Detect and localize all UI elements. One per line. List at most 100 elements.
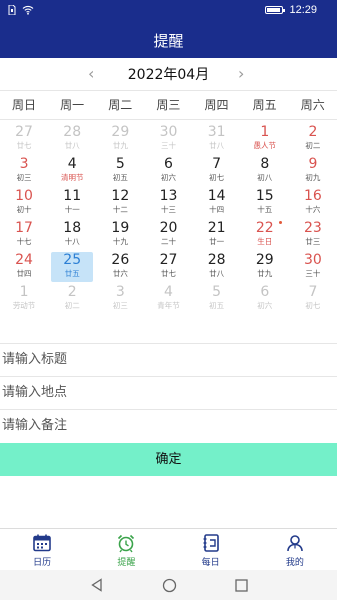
calendar-day-cell[interactable]: 25 廿五 [51, 252, 94, 282]
calendar-day-cell[interactable]: 29 廿九 [99, 124, 141, 154]
calendar-day-cell[interactable]: 28 廿八 [196, 252, 238, 282]
calendar-day-cell[interactable]: 15 十五 [244, 188, 286, 218]
lunar-label: 廿九 [112, 141, 128, 150]
day-number: 2 [67, 284, 77, 300]
daily-notebook-icon [203, 534, 219, 552]
calendar-day-cell[interactable]: 14 十四 [196, 188, 238, 218]
lunar-label: 初三 [16, 173, 32, 182]
lunar-label: 生日 [257, 237, 273, 246]
location-field-row [0, 376, 337, 409]
tab-reminder[interactable]: 提醒 [84, 529, 168, 570]
calendar-day-cell[interactable]: 3 初三 [3, 156, 45, 186]
lunar-label: 青年节 [157, 301, 180, 310]
weekday-header: 周日 周一 周二 周三 周四 周五 周六 [0, 90, 337, 120]
title-input[interactable] [2, 344, 337, 375]
calendar-day-cell[interactable]: 10 初十 [3, 188, 45, 218]
day-number: 28 [207, 252, 226, 268]
lunar-label: 十一 [64, 205, 80, 214]
confirm-button[interactable]: 确定 [0, 443, 337, 476]
calendar-day-cell[interactable]: 9 初九 [292, 156, 334, 186]
home-icon[interactable] [162, 578, 177, 593]
calendar-day-cell[interactable]: 1 愚人节 [244, 124, 286, 154]
calendar-day-cell[interactable]: 19 十九 [99, 220, 141, 250]
calendar-day-cell[interactable]: 5 初五 [196, 284, 238, 314]
calendar-day-cell[interactable]: 31 廿八 [196, 124, 238, 154]
day-number: 2 [308, 124, 318, 140]
status-time: 12:29 [289, 4, 317, 16]
calendar-day-cell[interactable]: 2 初二 [292, 124, 334, 154]
tab-label: 提醒 [117, 558, 136, 568]
calendar-day-cell[interactable]: 24 廿四 [3, 252, 45, 282]
day-number: 29 [111, 124, 130, 140]
tab-daily[interactable]: 每日 [169, 529, 253, 570]
weekday-label: 周二 [108, 98, 133, 112]
next-month-button[interactable]: › [238, 64, 244, 83]
calendar-day-cell[interactable]: 8 初八 [244, 156, 286, 186]
day-number: 19 [111, 220, 130, 236]
calendar-day-cell[interactable]: 6 初六 [148, 156, 190, 186]
recents-icon[interactable] [234, 578, 248, 592]
day-number: 6 [260, 284, 270, 300]
calendar-day-cell[interactable]: 27 廿七 [148, 252, 190, 282]
month-title: 2022年04月 [127, 67, 210, 83]
calendar-day-cell[interactable]: 5 初五 [99, 156, 141, 186]
lunar-label: 廿八 [209, 141, 225, 150]
lunar-label: 廿七 [16, 141, 32, 150]
lunar-label: 廿六 [112, 269, 128, 278]
calendar-day-cell[interactable]: 16 十六 [292, 188, 334, 218]
lunar-label: 十六 [305, 205, 321, 214]
calendar-day-cell[interactable]: 30 三十 [292, 252, 334, 282]
calendar-day-cell[interactable]: 18 十八 [51, 220, 93, 250]
user-icon [287, 535, 303, 552]
weekday-label: 周日 [12, 98, 37, 112]
tab-calendar[interactable]: 日历 [0, 529, 84, 570]
calendar-day-cell[interactable]: 29 廿九 [244, 252, 286, 282]
calendar-day-cell[interactable]: 1 劳动节 [3, 284, 45, 314]
prev-month-button[interactable]: ‹ [88, 64, 94, 83]
calendar-day-cell[interactable]: 23 廿三 [292, 220, 334, 250]
calendar-day-cell[interactable]: 11 十一 [51, 188, 93, 218]
calendar-day-cell[interactable]: 17 十七 [3, 220, 45, 250]
calendar-day-cell[interactable]: 2 初二 [51, 284, 93, 314]
tab-label: 每日 [201, 558, 220, 568]
calendar-day-cell[interactable]: 22 生日 [244, 220, 286, 250]
calendar-day-cell[interactable]: 6 初六 [244, 284, 286, 314]
calendar-day-cell[interactable]: 3 初三 [99, 284, 141, 314]
weekday-label: 周五 [252, 98, 277, 112]
day-number: 12 [111, 188, 130, 204]
lunar-label: 十八 [64, 237, 80, 246]
calendar-day-cell[interactable]: 26 廿六 [99, 252, 141, 282]
calendar-day-cell[interactable]: 28 廿八 [51, 124, 93, 154]
day-number: 30 [159, 124, 178, 140]
location-input[interactable] [2, 377, 337, 408]
day-number: 4 [164, 284, 173, 300]
calendar-day-cell[interactable]: 4 清明节 [51, 156, 93, 186]
calendar-day-cell[interactable]: 4 青年节 [148, 284, 190, 314]
lunar-label: 初二 [305, 141, 321, 150]
day-number: 30 [304, 252, 322, 268]
calendar-day-cell[interactable]: 21 廿一 [196, 220, 238, 250]
day-number: 9 [308, 156, 318, 172]
back-icon[interactable] [90, 578, 104, 592]
day-number: 7 [212, 156, 222, 172]
tab-profile[interactable]: 我的 [253, 529, 337, 570]
day-number: 15 [255, 188, 274, 204]
calendar-day-cell[interactable]: 27 廿七 [3, 124, 45, 154]
alarm-clock-icon [118, 534, 135, 553]
calendar-grid: 27 廿七 28 廿八 29 廿九 30 三十 31 廿八 1 愚人节 2 初二 3 初三 4 清明节 5 初五 6 初六… [0, 124, 337, 316]
calendar-day-cell[interactable]: 30 三十 [148, 124, 190, 154]
calendar-day-cell[interactable]: 13 十三 [148, 188, 190, 218]
calendar-day-cell[interactable]: 7 初七 [196, 156, 238, 186]
calendar-day-cell[interactable]: 20 二十 [148, 220, 190, 250]
calendar-day-cell[interactable]: 7 初七 [292, 284, 334, 314]
day-number: 31 [207, 124, 226, 140]
lunar-label: 十九 [112, 237, 128, 246]
lunar-label: 初六 [161, 173, 176, 182]
event-dot [278, 221, 282, 224]
calendar-day-cell[interactable]: 12 十二 [99, 188, 141, 218]
weekday-label: 周四 [204, 98, 229, 112]
day-number: 4 [67, 156, 77, 172]
lunar-label: 三十 [161, 141, 176, 150]
notes-input[interactable] [2, 410, 337, 441]
day-number: 18 [63, 220, 82, 236]
